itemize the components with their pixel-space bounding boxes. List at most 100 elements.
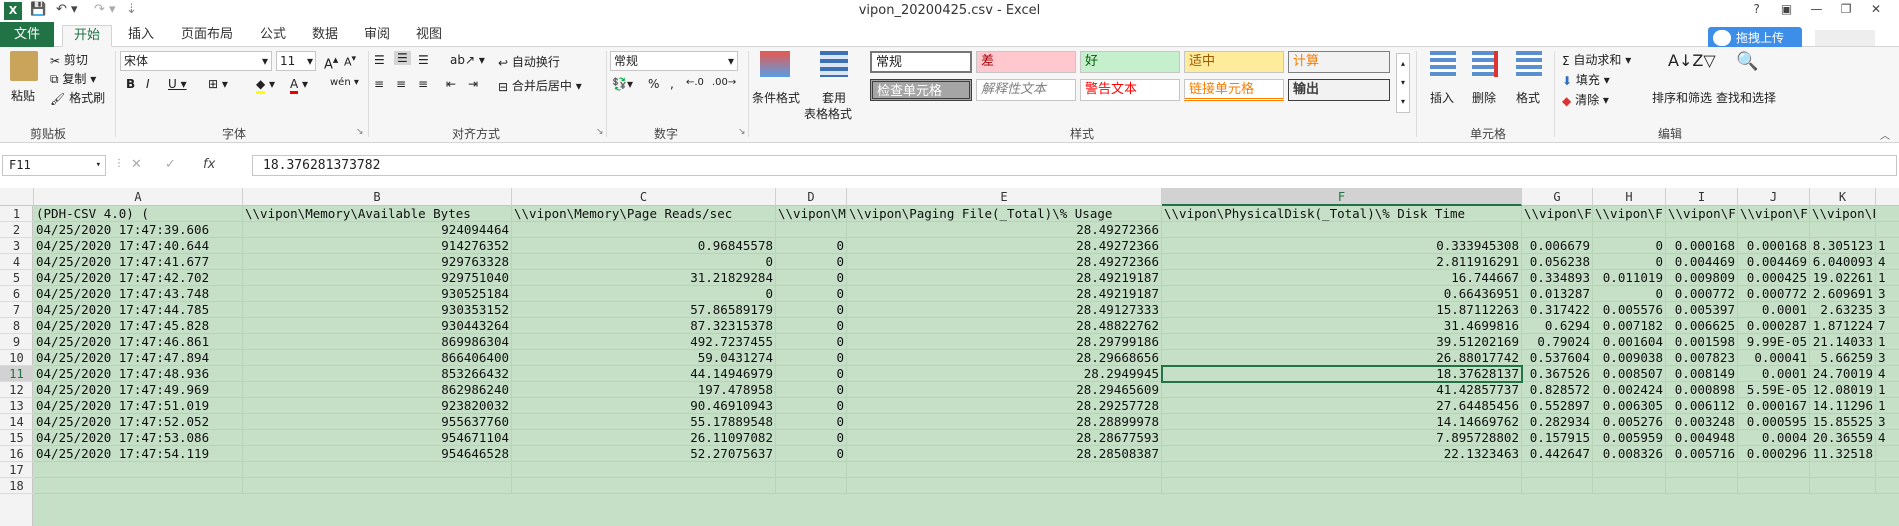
row-header-2[interactable]: 2 — [0, 222, 33, 238]
style-output[interactable]: 输出 — [1288, 79, 1390, 101]
cell-h2[interactable] — [1593, 222, 1666, 238]
cell-c10[interactable]: 59.0431274 — [512, 350, 776, 366]
formula-input[interactable]: 18.376281373782 — [252, 155, 1897, 176]
cell-g8[interactable]: 0.6294 — [1522, 318, 1593, 334]
cell-f5[interactable]: 16.744667 — [1162, 270, 1522, 286]
cell-f13[interactable]: 27.64485456 — [1162, 398, 1522, 414]
font-name-select[interactable]: 宋体 ▾ — [120, 51, 272, 71]
cell-b10[interactable]: 866406400 — [243, 350, 512, 366]
cell-l2[interactable] — [1876, 222, 1899, 238]
cell-h7[interactable]: 0.005576 — [1593, 302, 1666, 318]
font-color-icon[interactable]: A ▾ — [290, 77, 308, 94]
row-header-13[interactable]: 13 — [0, 398, 33, 414]
cell-h12[interactable]: 0.002424 — [1593, 382, 1666, 398]
cell-i8[interactable]: 0.006625 — [1666, 318, 1738, 334]
cell-k17[interactable] — [1810, 462, 1876, 478]
cell-i11[interactable]: 0.008149 — [1666, 366, 1738, 382]
cell-b2[interactable]: 924094464 — [243, 222, 512, 238]
cell-b16[interactable]: 954646528 — [243, 446, 512, 462]
cell-e5[interactable]: 28.49219187 — [847, 270, 1162, 286]
underline-button[interactable]: U ▾ — [168, 77, 187, 91]
cell-g7[interactable]: 0.317422 — [1522, 302, 1593, 318]
row-header-11[interactable]: 11 — [0, 366, 33, 382]
cell-l16[interactable] — [1876, 446, 1899, 462]
cell-d8[interactable]: 0 — [776, 318, 847, 334]
cell-g11[interactable]: 0.367526 — [1522, 366, 1593, 382]
cell-c13[interactable]: 90.46910943 — [512, 398, 776, 414]
cell-i9[interactable]: 0.001598 — [1666, 334, 1738, 350]
cell-i10[interactable]: 0.007823 — [1666, 350, 1738, 366]
spreadsheet-grid[interactable]: ABCDEFGHIJK 1 2 3 4 5 6 7 8 9 10 11 12 13 14 15 16 17 18 … — [0, 188, 1899, 526]
cell-f17[interactable] — [1162, 462, 1522, 478]
bold-button[interactable]: B — [126, 77, 135, 91]
cell-i12[interactable]: 0.000898 — [1666, 382, 1738, 398]
cell-k1[interactable]: \\vipon\F — [1810, 206, 1876, 222]
tab-data[interactable]: 数据 — [302, 25, 348, 47]
cell-b14[interactable]: 955637760 — [243, 414, 512, 430]
cell-g6[interactable]: 0.013287 — [1522, 286, 1593, 302]
tab-file[interactable]: 文件 — [0, 22, 54, 47]
close-icon[interactable]: ✕ — [1863, 2, 1889, 16]
style-explanatory[interactable]: 解释性文本 — [976, 79, 1076, 101]
cell-h4[interactable]: 0 — [1593, 254, 1666, 270]
font-dialog-launcher-icon[interactable]: ↘ — [356, 127, 364, 137]
cell-b1[interactable]: \\vipon\Memory\Available Bytes — [243, 206, 512, 222]
orientation-icon[interactable]: ab↗ ▾ — [450, 53, 485, 67]
cell-l13[interactable]: 1 — [1876, 398, 1899, 414]
cell-l5[interactable]: 1 — [1876, 270, 1899, 286]
cell-d7[interactable]: 0 — [776, 302, 847, 318]
cell-f3[interactable]: 0.333945308 — [1162, 238, 1522, 254]
cell-l3[interactable]: 1 — [1876, 238, 1899, 254]
number-dialog-launcher-icon[interactable]: ↘ — [738, 127, 746, 137]
cell-j3[interactable]: 0.000168 — [1738, 238, 1810, 254]
cell-g18[interactable] — [1522, 478, 1593, 494]
find-select-button[interactable]: 查找和选择 — [1716, 89, 1776, 106]
cell-a10[interactable]: 04/25/2020 17:47:47.894 — [34, 350, 243, 366]
cell-a7[interactable]: 04/25/2020 17:47:44.785 — [34, 302, 243, 318]
cell-g16[interactable]: 0.442647 — [1522, 446, 1593, 462]
cell-b15[interactable]: 954671104 — [243, 430, 512, 446]
cell-j8[interactable]: 0.000287 — [1738, 318, 1810, 334]
cell-a16[interactable]: 04/25/2020 17:47:54.119 — [34, 446, 243, 462]
cell-a4[interactable]: 04/25/2020 17:47:41.677 — [34, 254, 243, 270]
cell-j4[interactable]: 0.004469 — [1738, 254, 1810, 270]
align-top-icon[interactable]: ☰ — [374, 53, 385, 67]
name-box[interactable]: F11 ▾ — [2, 155, 106, 176]
cell-b12[interactable]: 862986240 — [243, 382, 512, 398]
cell-c15[interactable]: 26.11097082 — [512, 430, 776, 446]
delete-cells-icon[interactable] — [1472, 51, 1498, 77]
cell-f4[interactable]: 2.811916291 — [1162, 254, 1522, 270]
cell-j13[interactable]: 0.000167 — [1738, 398, 1810, 414]
cell-d18[interactable] — [776, 478, 847, 494]
cell-h18[interactable] — [1593, 478, 1666, 494]
cell-h13[interactable]: 0.006305 — [1593, 398, 1666, 414]
cell-h17[interactable] — [1593, 462, 1666, 478]
cell-g3[interactable]: 0.006679 — [1522, 238, 1593, 254]
cell-j7[interactable]: 0.0001 — [1738, 302, 1810, 318]
cell-l7[interactable]: 3 — [1876, 302, 1899, 318]
tab-insert[interactable]: 插入 — [118, 25, 164, 47]
column-header-h[interactable]: H — [1593, 188, 1666, 206]
cell-l12[interactable]: 1 — [1876, 382, 1899, 398]
cell-a2[interactable]: 04/25/2020 17:47:39.606 — [34, 222, 243, 238]
style-neutral[interactable]: 适中 — [1184, 51, 1284, 73]
cell-h11[interactable]: 0.008507 — [1593, 366, 1666, 382]
cell-f12[interactable]: 41.42857737 — [1162, 382, 1522, 398]
sort-filter-button[interactable]: 排序和筛选 — [1652, 89, 1712, 106]
cell-k5[interactable]: 19.02261 — [1810, 270, 1876, 286]
cell-l14[interactable]: 3 — [1876, 414, 1899, 430]
cell-a14[interactable]: 04/25/2020 17:47:52.052 — [34, 414, 243, 430]
cell-e11[interactable]: 28.2949945 — [847, 366, 1162, 382]
cell-c12[interactable]: 197.478958 — [512, 382, 776, 398]
increase-indent-icon[interactable]: ⇥ — [468, 77, 478, 91]
cell-a18[interactable] — [34, 478, 243, 494]
row-header-10[interactable]: 10 — [0, 350, 33, 366]
cell-d16[interactable]: 0 — [776, 446, 847, 462]
cell-h16[interactable]: 0.008326 — [1593, 446, 1666, 462]
format-cells-button[interactable]: 格式 — [1516, 89, 1540, 106]
paste-button[interactable]: 粘贴 — [11, 87, 35, 104]
tab-view[interactable]: 视图 — [406, 25, 452, 47]
cell-i16[interactable]: 0.005716 — [1666, 446, 1738, 462]
row-header-9[interactable]: 9 — [0, 334, 33, 350]
cell-b3[interactable]: 914276352 — [243, 238, 512, 254]
